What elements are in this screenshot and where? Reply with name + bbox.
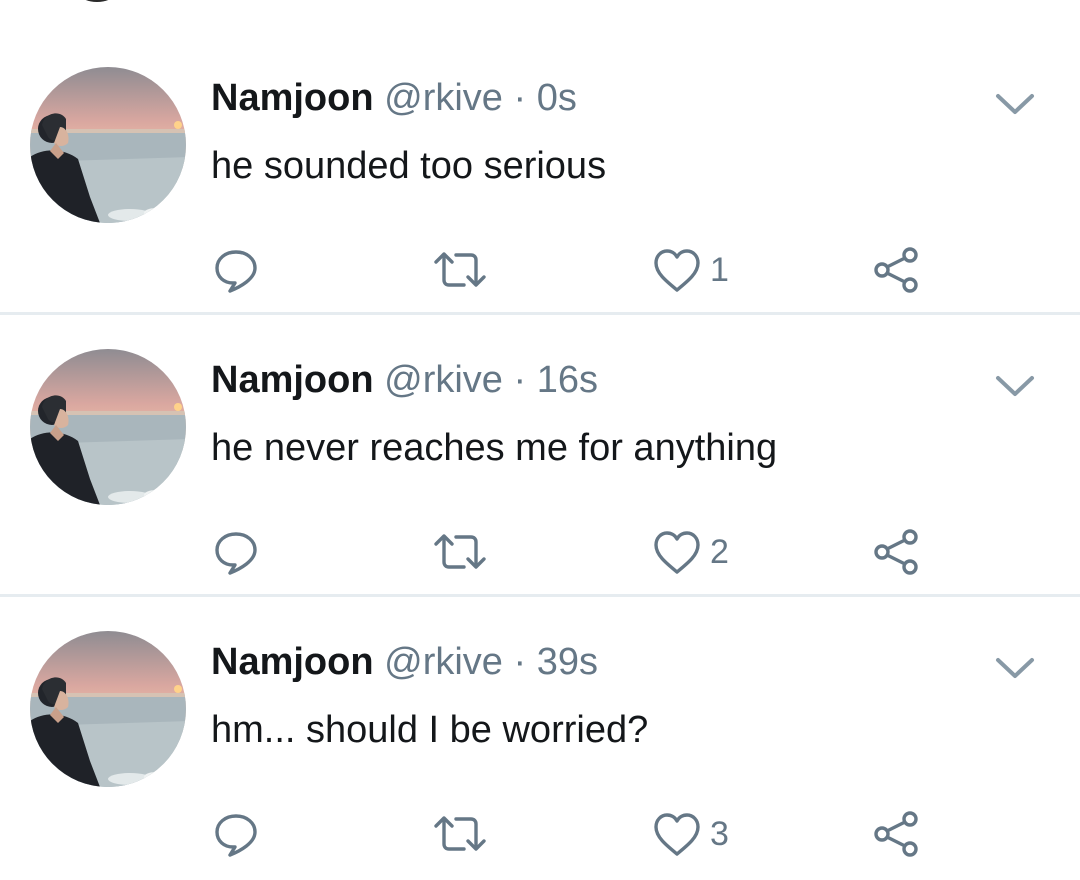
tweet-actions: 3	[0, 804, 1080, 864]
retweet-button[interactable]	[432, 240, 488, 300]
tweet-text: he sounded too serious	[211, 145, 607, 187]
separator-dot: ·	[513, 77, 527, 119]
display-name[interactable]: Namjoon	[211, 77, 374, 119]
share-icon	[870, 809, 920, 859]
tweet-header: Namjoon @rkive · 16s	[211, 356, 598, 404]
separator-dot: ·	[513, 359, 527, 401]
retweet-button[interactable]	[432, 804, 488, 864]
like-button[interactable]: 3	[652, 804, 729, 864]
tweet-actions: 1	[0, 240, 1080, 300]
like-icon	[652, 528, 702, 576]
reply-icon	[212, 246, 260, 294]
divider	[0, 594, 1080, 597]
chevron-down-icon[interactable]	[994, 90, 1036, 118]
reply-button[interactable]	[212, 522, 260, 582]
reply-button[interactable]	[212, 804, 260, 864]
share-button[interactable]	[870, 804, 920, 864]
reply-icon	[212, 528, 260, 576]
display-name[interactable]: Namjoon	[211, 641, 374, 683]
handle[interactable]: @rkive	[384, 359, 503, 401]
retweet-icon	[432, 246, 488, 294]
tweet[interactable]: Namjoon @rkive · 39s hm... should I be w…	[0, 598, 1080, 880]
previous-item-fragment	[80, 0, 114, 2]
chevron-down-icon[interactable]	[994, 654, 1036, 682]
handle[interactable]: @rkive	[384, 77, 503, 119]
retweet-icon	[432, 528, 488, 576]
share-icon	[870, 245, 920, 295]
like-button[interactable]: 2	[652, 522, 729, 582]
avatar[interactable]	[30, 67, 186, 223]
share-button[interactable]	[870, 522, 920, 582]
chevron-down-icon[interactable]	[994, 372, 1036, 400]
avatar[interactable]	[30, 349, 186, 505]
like-count: 1	[710, 251, 729, 289]
tweet-actions: 2	[0, 522, 1080, 582]
tweet[interactable]: Namjoon @rkive · 16s he never reaches me…	[0, 316, 1080, 598]
tweet-text: hm... should I be worried?	[211, 709, 649, 751]
share-button[interactable]	[870, 240, 920, 300]
display-name[interactable]: Namjoon	[211, 359, 374, 401]
like-count: 2	[710, 533, 729, 571]
like-icon	[652, 246, 702, 294]
reply-icon	[212, 810, 260, 858]
retweet-button[interactable]	[432, 522, 488, 582]
timestamp[interactable]: 16s	[537, 359, 598, 401]
handle[interactable]: @rkive	[384, 641, 503, 683]
like-count: 3	[710, 815, 729, 853]
reply-button[interactable]	[212, 240, 260, 300]
tweet[interactable]: Namjoon @rkive · 0s he sounded too serio…	[0, 34, 1080, 316]
separator-dot: ·	[513, 641, 527, 683]
like-icon	[652, 810, 702, 858]
share-icon	[870, 527, 920, 577]
tweet-text: he never reaches me for anything	[211, 427, 778, 469]
divider	[0, 312, 1080, 315]
timestamp[interactable]: 39s	[537, 641, 598, 683]
avatar[interactable]	[30, 631, 186, 787]
like-button[interactable]: 1	[652, 240, 729, 300]
timestamp[interactable]: 0s	[537, 77, 577, 119]
tweet-header: Namjoon @rkive · 39s	[211, 638, 598, 686]
retweet-icon	[432, 810, 488, 858]
tweet-header: Namjoon @rkive · 0s	[211, 74, 577, 122]
